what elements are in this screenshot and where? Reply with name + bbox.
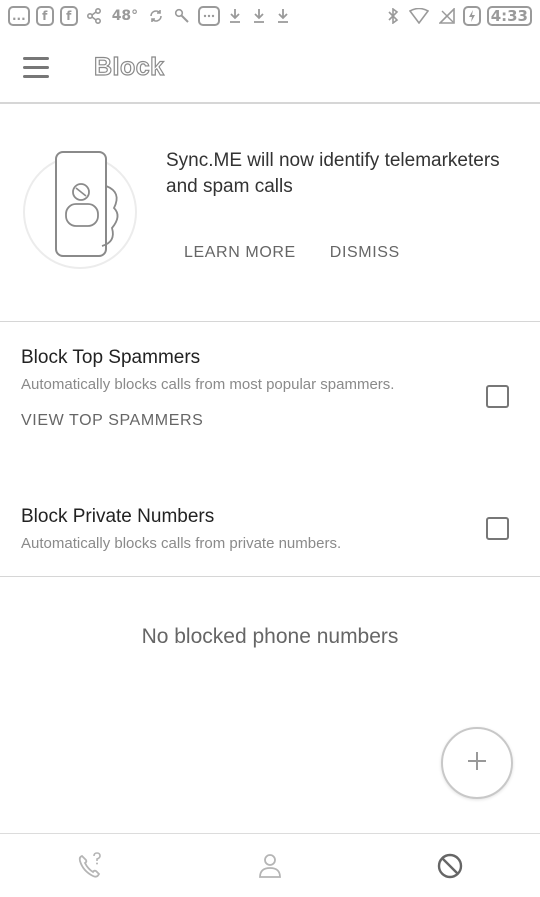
message-icon — [198, 6, 221, 26]
screen: ... f f 48° 4:33 Block Sync.ME will now … — [0, 0, 540, 897]
bottom-navigation — [0, 833, 540, 897]
signal-off-icon — [437, 6, 457, 26]
bluetooth-icon — [385, 6, 401, 26]
block-top-spammers-setting: Block Top Spammers Automatically blocks … — [0, 346, 540, 430]
menu-icon[interactable] — [0, 31, 72, 103]
divider — [0, 576, 540, 577]
setting-description: Automatically blocks calls from private … — [21, 535, 342, 552]
plus-icon — [466, 748, 488, 778]
wifi-icon — [407, 6, 431, 26]
phone-illustration-icon — [23, 151, 137, 269]
status-bar: ... f f 48° 4:33 — [0, 0, 540, 32]
battery-charging-icon — [462, 6, 481, 26]
temperature-badge: 48° — [111, 8, 139, 24]
nav-contacts[interactable] — [180, 834, 360, 897]
status-time: 4:33 — [486, 6, 532, 26]
nav-calls[interactable] — [0, 834, 180, 897]
more-notifications-icon: ... — [8, 6, 30, 26]
app-bar: Block — [0, 32, 540, 104]
wrench-icon — [172, 6, 192, 26]
view-top-spammers-button[interactable]: VIEW TOP SPAMMERS — [21, 412, 203, 430]
sync-icon — [146, 6, 166, 26]
learn-more-button[interactable]: LEARN MORE — [176, 238, 304, 268]
setting-title: Block Private Numbers — [21, 506, 215, 527]
download-icon — [250, 6, 268, 26]
promo-message: Sync.ME will now identify telemarketers … — [166, 150, 500, 197]
block-icon — [437, 853, 463, 878]
download-icon — [274, 6, 292, 26]
nav-block[interactable] — [360, 834, 540, 897]
setting-description: Automatically blocks calls from most pop… — [21, 376, 395, 393]
download-icon — [226, 6, 244, 26]
call-unknown-icon — [78, 851, 101, 878]
facebook-icon: f — [35, 6, 54, 26]
empty-state-text: No blocked phone numbers — [141, 625, 399, 648]
block-top-spammers-checkbox[interactable] — [486, 385, 509, 408]
page-title: Block — [93, 52, 165, 81]
person-icon — [259, 853, 281, 878]
share-icon — [84, 6, 104, 26]
block-private-numbers-checkbox[interactable] — [486, 517, 509, 540]
spam-promo-card: Sync.ME will now identify telemarketers … — [0, 106, 540, 322]
block-private-numbers-setting: Block Private Numbers Automatically bloc… — [0, 505, 540, 555]
setting-title: Block Top Spammers — [21, 347, 201, 368]
add-number-button[interactable] — [441, 727, 513, 799]
dismiss-button[interactable]: DISMISS — [322, 238, 408, 268]
facebook-icon: f — [59, 6, 78, 26]
